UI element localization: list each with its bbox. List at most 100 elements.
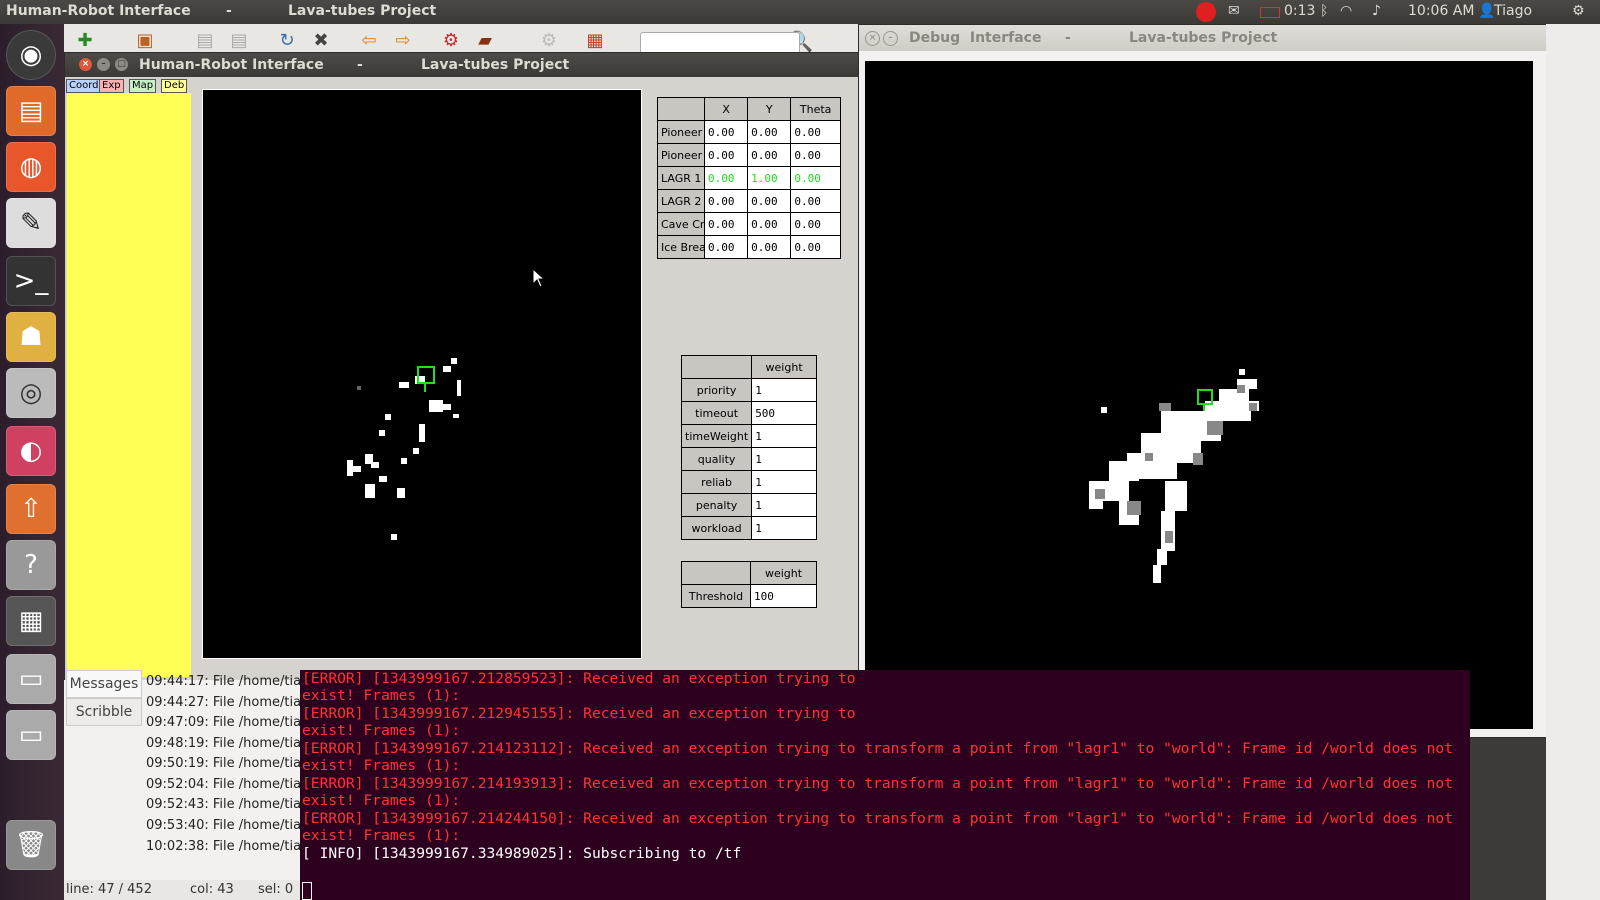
user-name[interactable]: Tiago bbox=[1494, 3, 1532, 19]
x-cell[interactable]: 0.00 bbox=[703, 143, 749, 167]
app-icon[interactable]: ◐ bbox=[6, 426, 56, 476]
tab-map[interactable]: Map bbox=[129, 79, 157, 93]
trash-icon[interactable]: 🗑 bbox=[6, 820, 56, 870]
threshold-cell[interactable]: 100 bbox=[750, 584, 817, 608]
gear-icon[interactable]: ⚙ bbox=[1572, 3, 1585, 19]
weight-cell[interactable]: 1 bbox=[751, 447, 817, 471]
y-cell[interactable]: 0.00 bbox=[747, 143, 792, 167]
terminal-prompt-area[interactable] bbox=[300, 880, 1470, 900]
table-row: quality 1 bbox=[680, 447, 817, 471]
message-line[interactable]: 09:53:40: File /home/tiag bbox=[146, 818, 309, 833]
terminal[interactable]: [ERROR] [1343999167.212859523]: Received… bbox=[300, 670, 1470, 880]
weight-cell[interactable]: 1 bbox=[751, 493, 817, 517]
minimize-window-icon[interactable]: – bbox=[883, 31, 898, 46]
y-cell[interactable]: 0.00 bbox=[747, 235, 792, 259]
record-indicator-icon[interactable] bbox=[1196, 2, 1216, 22]
revert-icon[interactable]: ↻ bbox=[276, 30, 298, 52]
volume-icon[interactable]: ♪ bbox=[1372, 3, 1381, 19]
weight-cell[interactable]: 1 bbox=[751, 424, 817, 448]
x-cell[interactable]: 0.00 bbox=[703, 120, 749, 144]
table-row: LAGR 2 0.00 0.00 0.00 bbox=[657, 189, 841, 213]
genie-icon[interactable]: ☗ bbox=[6, 312, 56, 362]
y-cell[interactable]: 0.00 bbox=[747, 189, 792, 213]
theta-cell[interactable]: 0.00 bbox=[790, 166, 841, 190]
close-window-icon[interactable]: × bbox=[79, 58, 92, 71]
column-header-weight: weight bbox=[750, 561, 817, 585]
x-cell[interactable]: 0.00 bbox=[703, 189, 749, 213]
compile-icon[interactable]: ⚙ bbox=[440, 30, 462, 52]
tab-messages[interactable]: Messages bbox=[66, 670, 142, 698]
message-line[interactable]: 09:52:04: File /home/tiag bbox=[146, 777, 309, 792]
debug-window-titlebar[interactable]: × – Debug Interface - Lava-tubes Project bbox=[859, 25, 1547, 51]
help-icon[interactable]: ? bbox=[6, 540, 56, 590]
theta-cell[interactable]: 0.00 bbox=[790, 212, 841, 236]
map-canvas[interactable] bbox=[202, 89, 642, 659]
x-cell[interactable]: 0.00 bbox=[703, 235, 749, 259]
robot-marker-icon[interactable] bbox=[417, 366, 435, 384]
weight-cell[interactable]: 1 bbox=[751, 470, 817, 494]
weight-cell[interactable]: 1 bbox=[751, 378, 817, 402]
preferences-icon[interactable]: ⚙ bbox=[538, 30, 560, 52]
tab-exp[interactable]: Exp bbox=[99, 79, 124, 93]
y-cell[interactable]: 0.00 bbox=[747, 212, 792, 236]
new-file-icon[interactable]: ✚ bbox=[74, 30, 96, 52]
y-cell[interactable]: 1.00 bbox=[747, 166, 792, 190]
search-input[interactable] bbox=[640, 32, 800, 54]
save-icon[interactable]: ▤ bbox=[194, 30, 216, 52]
forward-arrow-icon[interactable]: ⇨ bbox=[392, 30, 414, 52]
theta-cell[interactable]: 0.00 bbox=[790, 120, 841, 144]
battery-icon[interactable] bbox=[1260, 7, 1280, 18]
terminal-icon[interactable]: >_ bbox=[6, 256, 56, 306]
close-window-icon[interactable]: × bbox=[865, 31, 880, 46]
message-line[interactable]: 09:52:43: File /home/tiag bbox=[146, 797, 309, 812]
message-line[interactable]: 09:48:19: File /home/tiag bbox=[146, 736, 309, 751]
tab-coord[interactable]: Coord bbox=[66, 79, 102, 93]
table-row: Threshold 100 bbox=[681, 584, 817, 608]
message-line[interactable]: 09:44:27: File /home/tiag bbox=[146, 695, 309, 710]
speaker-app-icon[interactable]: ◎ bbox=[6, 368, 56, 418]
battery-time[interactable]: 0:13 bbox=[1284, 3, 1315, 19]
minimize-window-icon[interactable]: – bbox=[97, 58, 110, 71]
robot-marker-icon[interactable] bbox=[1197, 389, 1213, 405]
column-header-weight: weight bbox=[751, 355, 817, 379]
weight-cell[interactable]: 500 bbox=[751, 401, 817, 425]
debug-window: × – Debug Interface - Lava-tubes Project bbox=[858, 24, 1548, 738]
wifi-icon[interactable]: ◠ bbox=[1340, 3, 1352, 19]
message-line[interactable]: 09:47:09: File /home/tiag bbox=[146, 715, 309, 730]
bluetooth-icon[interactable]: ᛒ bbox=[1320, 3, 1328, 19]
firefox-icon[interactable]: ◍ bbox=[6, 142, 56, 192]
status-sel: sel: 0 bbox=[258, 882, 294, 897]
table-row: reliab 1 bbox=[680, 470, 817, 494]
message-line[interactable]: 09:44:17: File /home/tiag bbox=[146, 674, 309, 689]
message-line[interactable]: 09:50:19: File /home/tiag bbox=[146, 756, 309, 771]
maximize-window-icon[interactable]: □ bbox=[115, 58, 128, 71]
software-updater-icon[interactable]: ⇧ bbox=[6, 484, 56, 534]
files-icon[interactable]: ▤ bbox=[6, 86, 56, 136]
color-chooser-icon[interactable]: ▦ bbox=[584, 30, 606, 52]
back-arrow-icon[interactable]: ⇦ bbox=[358, 30, 380, 52]
save-all-icon[interactable]: ▤ bbox=[228, 30, 250, 52]
theta-cell[interactable]: 0.00 bbox=[790, 189, 841, 213]
workspace-switcher-icon[interactable]: ▦ bbox=[6, 596, 56, 646]
dash-home-icon[interactable]: ◉ bbox=[6, 30, 56, 80]
clock[interactable]: 10:06 AM bbox=[1408, 3, 1474, 19]
hri-window-titlebar[interactable]: × – □ Human-Robot Interface - Lava-tubes… bbox=[65, 53, 859, 77]
weight-cell[interactable]: 1 bbox=[751, 516, 817, 540]
theta-cell[interactable]: 0.00 bbox=[790, 143, 841, 167]
message-line[interactable]: 10:02:38: File /home/tiag bbox=[146, 839, 309, 854]
drive-icon[interactable]: ▭ bbox=[6, 710, 56, 760]
mail-icon[interactable]: ✉ bbox=[1228, 3, 1240, 19]
y-cell[interactable]: 0.00 bbox=[747, 120, 792, 144]
x-cell[interactable]: 0.00 bbox=[703, 212, 749, 236]
drive-icon[interactable]: ▭ bbox=[6, 654, 56, 704]
x-cell[interactable]: 0.00 bbox=[703, 166, 749, 190]
theta-cell[interactable]: 0.00 bbox=[790, 235, 841, 259]
messages-panel: Messages Scribble 09:44:17: File /home/t… bbox=[64, 670, 309, 880]
tab-scribble[interactable]: Scribble bbox=[66, 698, 142, 726]
inkscape-icon[interactable]: ✎ bbox=[6, 198, 56, 248]
build-icon[interactable]: ▰ bbox=[474, 30, 496, 52]
debug-map-canvas[interactable] bbox=[865, 61, 1533, 729]
open-file-icon[interactable]: ▣ bbox=[134, 30, 156, 52]
close-icon[interactable]: ✖ bbox=[310, 30, 332, 52]
tab-deb[interactable]: Deb bbox=[161, 79, 188, 93]
